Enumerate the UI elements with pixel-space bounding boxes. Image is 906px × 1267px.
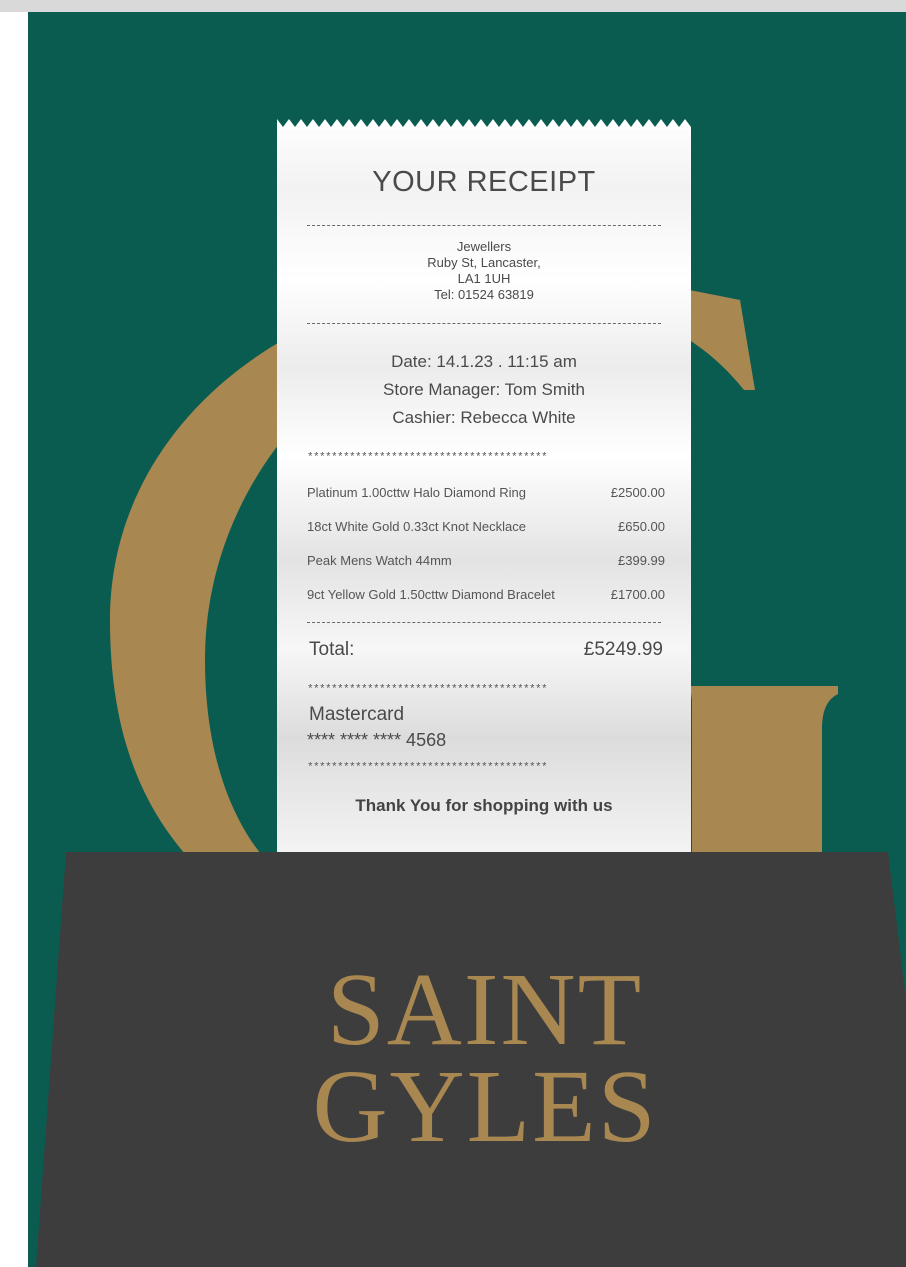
brand-name-line-2: GYLES	[312, 1049, 658, 1164]
receipt-poster: YOUR RECEIPT Jewellers Ruby St, Lancaste…	[0, 0, 906, 1267]
